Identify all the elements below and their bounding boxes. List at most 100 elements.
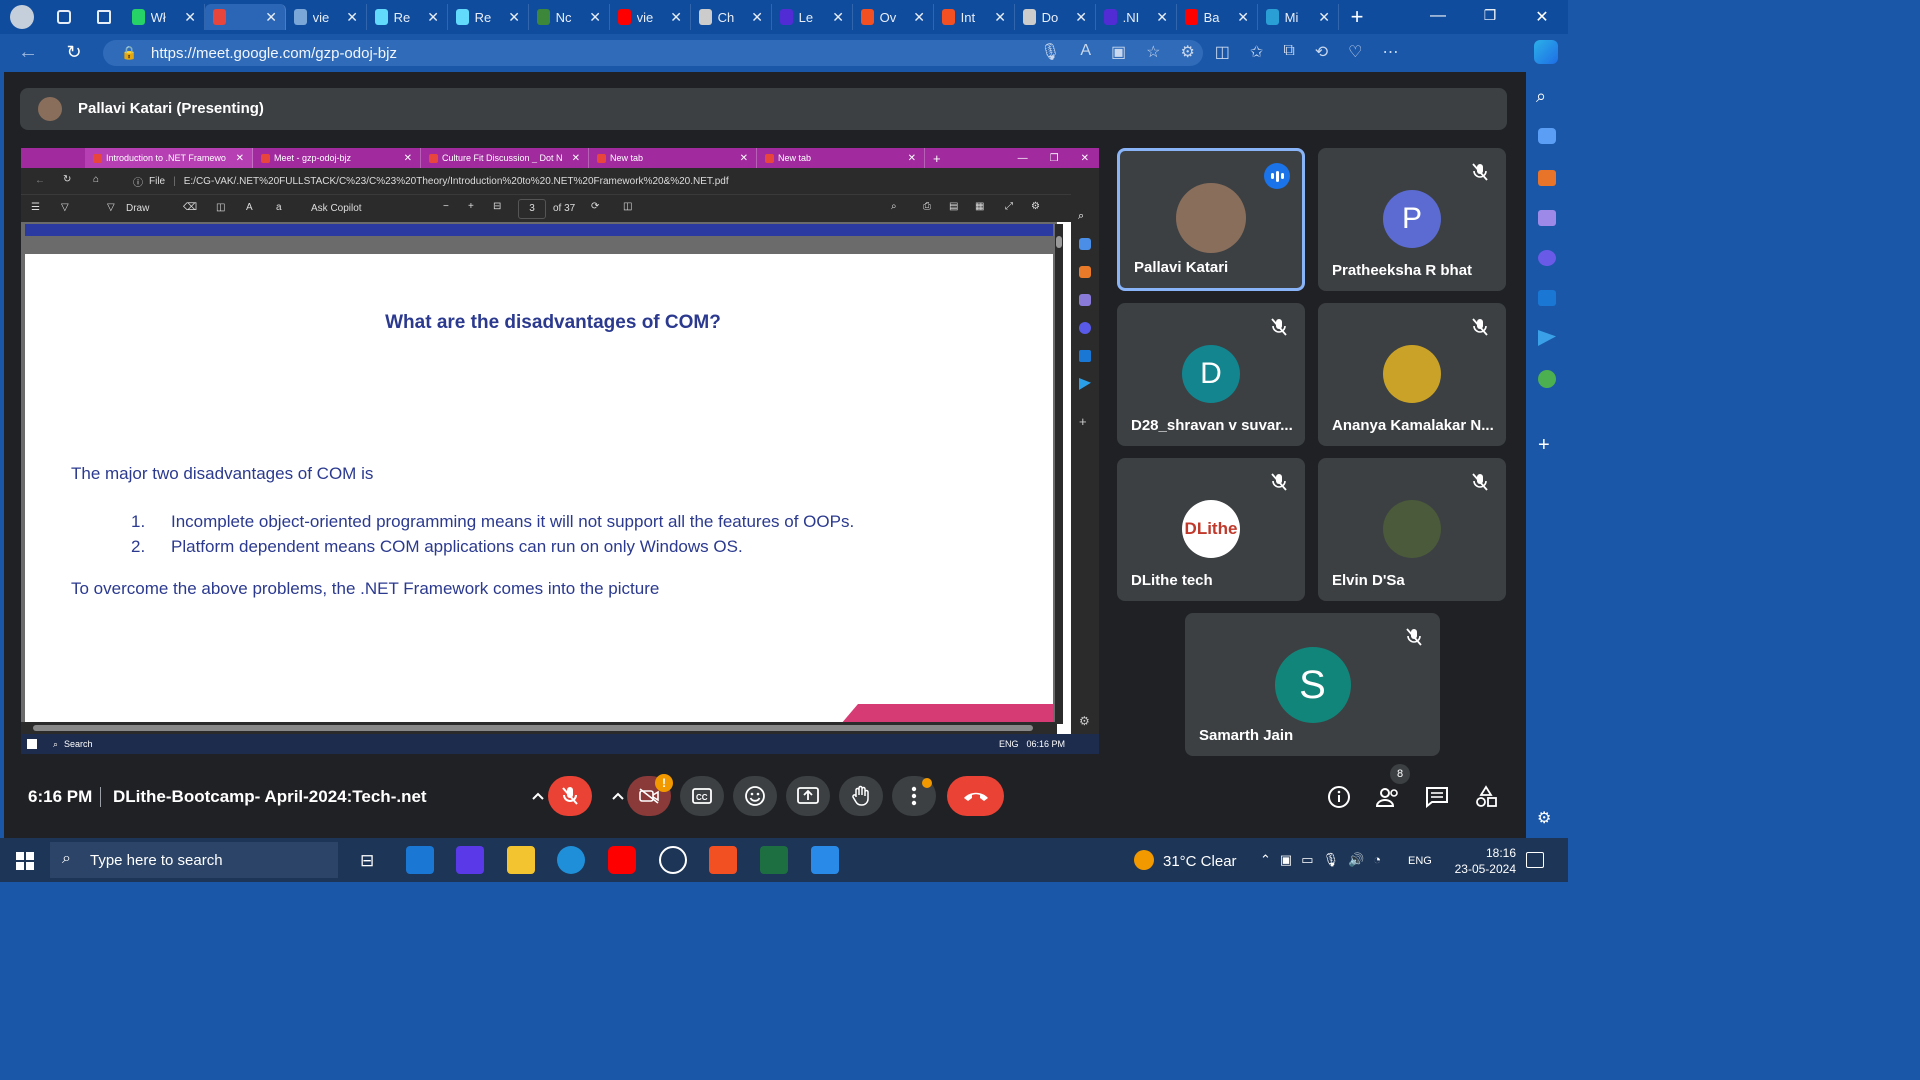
- close-tab-icon[interactable]: ✕: [832, 9, 844, 26]
- browser-tab[interactable]: Le ✕: [772, 4, 853, 30]
- powerapps-icon[interactable]: [456, 846, 484, 874]
- store-app-icon[interactable]: [709, 846, 737, 874]
- excel-app-icon[interactable]: [760, 846, 788, 874]
- back-icon[interactable]: ←: [0, 41, 56, 64]
- close-tab-icon[interactable]: ✕: [670, 9, 682, 26]
- browser-tab[interactable]: Mi ✕: [1258, 4, 1339, 30]
- people-icon[interactable]: [1375, 784, 1401, 810]
- participant-tile[interactable]: Ananya Kamalakar N...: [1318, 303, 1506, 446]
- browser-tab[interactable]: Re ✕: [367, 4, 448, 30]
- activities-icon[interactable]: [1473, 784, 1499, 810]
- browser-tab[interactable]: vie ✕: [610, 4, 691, 30]
- close-tab-icon[interactable]: ✕: [589, 9, 601, 26]
- favorite-star-icon[interactable]: ☆: [1146, 42, 1160, 62]
- windows-start-icon[interactable]: [16, 852, 34, 870]
- task-view-icon[interactable]: ⊟: [360, 851, 374, 871]
- tray-app-icon[interactable]: ▣: [1280, 852, 1292, 868]
- present-screen-button[interactable]: [786, 776, 830, 816]
- taskbar-language[interactable]: ENG: [1408, 855, 1432, 867]
- tab-actions-icon[interactable]: [84, 0, 124, 34]
- sidebar-copilot-icon[interactable]: [1538, 250, 1556, 266]
- volume-icon[interactable]: 🔊: [1348, 852, 1364, 868]
- close-tab-icon[interactable]: ✕: [265, 9, 277, 26]
- extensions-icon[interactable]: ⚙: [1180, 42, 1194, 62]
- participant-tile[interactable]: DLithe DLithe tech: [1117, 458, 1305, 601]
- media-player-icon[interactable]: [659, 846, 687, 874]
- copilot-icon[interactable]: [1534, 40, 1558, 64]
- notifications-icon[interactable]: [1526, 852, 1544, 868]
- edge-browser-icon[interactable]: [557, 846, 585, 874]
- browser-tab[interactable]: ✕: [205, 4, 286, 30]
- participant-tile[interactable]: P Pratheeksha R bhat: [1318, 148, 1506, 291]
- more-menu-icon[interactable]: ⋯: [1383, 42, 1399, 62]
- sidebar-games-icon[interactable]: [1538, 210, 1556, 226]
- sidebar-outlook-icon[interactable]: [1538, 290, 1556, 306]
- camera-toggle-button[interactable]: !: [627, 774, 673, 816]
- browser-tab[interactable]: Do ✕: [1015, 4, 1096, 30]
- participant-tile[interactable]: S Samarth Jain: [1185, 613, 1440, 756]
- close-tab-icon[interactable]: ✕: [1156, 9, 1168, 26]
- sidebar-tree-icon[interactable]: [1538, 370, 1556, 388]
- file-explorer-icon[interactable]: [507, 846, 535, 874]
- workspaces-icon[interactable]: [44, 0, 84, 34]
- restore-button[interactable]: ❐: [1464, 7, 1516, 27]
- reactions-button[interactable]: [733, 776, 777, 816]
- browser-tab[interactable]: Ba ✕: [1177, 4, 1258, 30]
- sidebar-send-icon[interactable]: [1538, 330, 1556, 346]
- browser-tab[interactable]: Ov ✕: [853, 4, 934, 30]
- meeting-details-icon[interactable]: [1326, 784, 1352, 810]
- profile-avatar[interactable]: [0, 0, 44, 34]
- sidebar-settings-icon[interactable]: ⚙: [1537, 808, 1551, 828]
- leave-call-button[interactable]: [947, 776, 1004, 816]
- participant-tile[interactable]: Elvin D'Sa: [1318, 458, 1506, 601]
- new-tab-button[interactable]: +: [1339, 0, 1375, 34]
- sidebar-search-icon[interactable]: ⌕: [1536, 86, 1546, 107]
- more-options-button[interactable]: [892, 776, 936, 816]
- close-tab-icon[interactable]: ✕: [508, 9, 520, 26]
- refresh-icon[interactable]: ↻: [56, 42, 92, 63]
- read-aloud-icon[interactable]: A: [1080, 42, 1091, 62]
- close-tab-icon[interactable]: ✕: [346, 9, 358, 26]
- split-screen-icon[interactable]: ◫: [1215, 42, 1230, 62]
- vscode-app-icon[interactable]: [811, 846, 839, 874]
- microphone-toggle-button[interactable]: [548, 776, 592, 816]
- chat-icon[interactable]: [1424, 784, 1450, 810]
- battery-icon[interactable]: ▭: [1301, 852, 1313, 868]
- wifi-icon[interactable]: ◔: [1373, 852, 1381, 868]
- browser-tab[interactable]: Wł ✕: [124, 4, 205, 30]
- close-tab-icon[interactable]: ✕: [1237, 9, 1249, 26]
- close-tab-icon[interactable]: ✕: [913, 9, 925, 26]
- participant-tile[interactable]: D D28_shravan v suvar...: [1117, 303, 1305, 446]
- history-icon[interactable]: ⟲: [1315, 42, 1328, 62]
- browser-tab[interactable]: Re ✕: [448, 4, 529, 30]
- browser-tab[interactable]: vie ✕: [286, 4, 367, 30]
- url-field[interactable]: 🔒 https://meet.google.com/gzp-odoj-bjz: [103, 40, 1203, 66]
- close-tab-icon[interactable]: ✕: [1075, 9, 1087, 26]
- browser-tab[interactable]: Ch ✕: [691, 4, 772, 30]
- minimize-button[interactable]: —: [1412, 7, 1464, 27]
- taskbar-search-box[interactable]: ⌕ Type here to search: [50, 842, 338, 878]
- close-tab-icon[interactable]: ✕: [184, 9, 196, 26]
- taskbar-weather[interactable]: 31°C Clear: [1163, 853, 1237, 870]
- close-window-button[interactable]: ✕: [1516, 7, 1568, 27]
- browser-tab[interactable]: .NI ✕: [1096, 4, 1177, 30]
- show-hidden-icons-chevron[interactable]: ⌃: [1260, 852, 1271, 868]
- performance-icon[interactable]: ♡: [1348, 42, 1362, 62]
- collections-icon[interactable]: ⧉: [1283, 42, 1294, 62]
- mail-app-icon[interactable]: [406, 846, 434, 874]
- sidebar-shopping-icon[interactable]: [1538, 128, 1556, 144]
- close-tab-icon[interactable]: ✕: [994, 9, 1006, 26]
- microphone-tray-icon[interactable]: 🎙: [1323, 852, 1340, 868]
- taskbar-clock[interactable]: 18:16 23-05-2024: [1442, 845, 1516, 877]
- favorites-icon[interactable]: ✩: [1250, 42, 1263, 62]
- raise-hand-button[interactable]: [839, 776, 883, 816]
- browser-tab[interactable]: Nc ✕: [529, 4, 610, 30]
- browser-tab[interactable]: Int ✕: [934, 4, 1015, 30]
- sidebar-tools-icon[interactable]: [1538, 170, 1556, 186]
- microphone-icon[interactable]: 🎙: [1040, 42, 1060, 62]
- app-available-icon[interactable]: ▣: [1111, 42, 1126, 62]
- close-tab-icon[interactable]: ✕: [427, 9, 439, 26]
- captions-button[interactable]: CC: [680, 776, 724, 816]
- close-tab-icon[interactable]: ✕: [751, 9, 763, 26]
- participant-tile[interactable]: Pallavi Katari: [1117, 148, 1305, 291]
